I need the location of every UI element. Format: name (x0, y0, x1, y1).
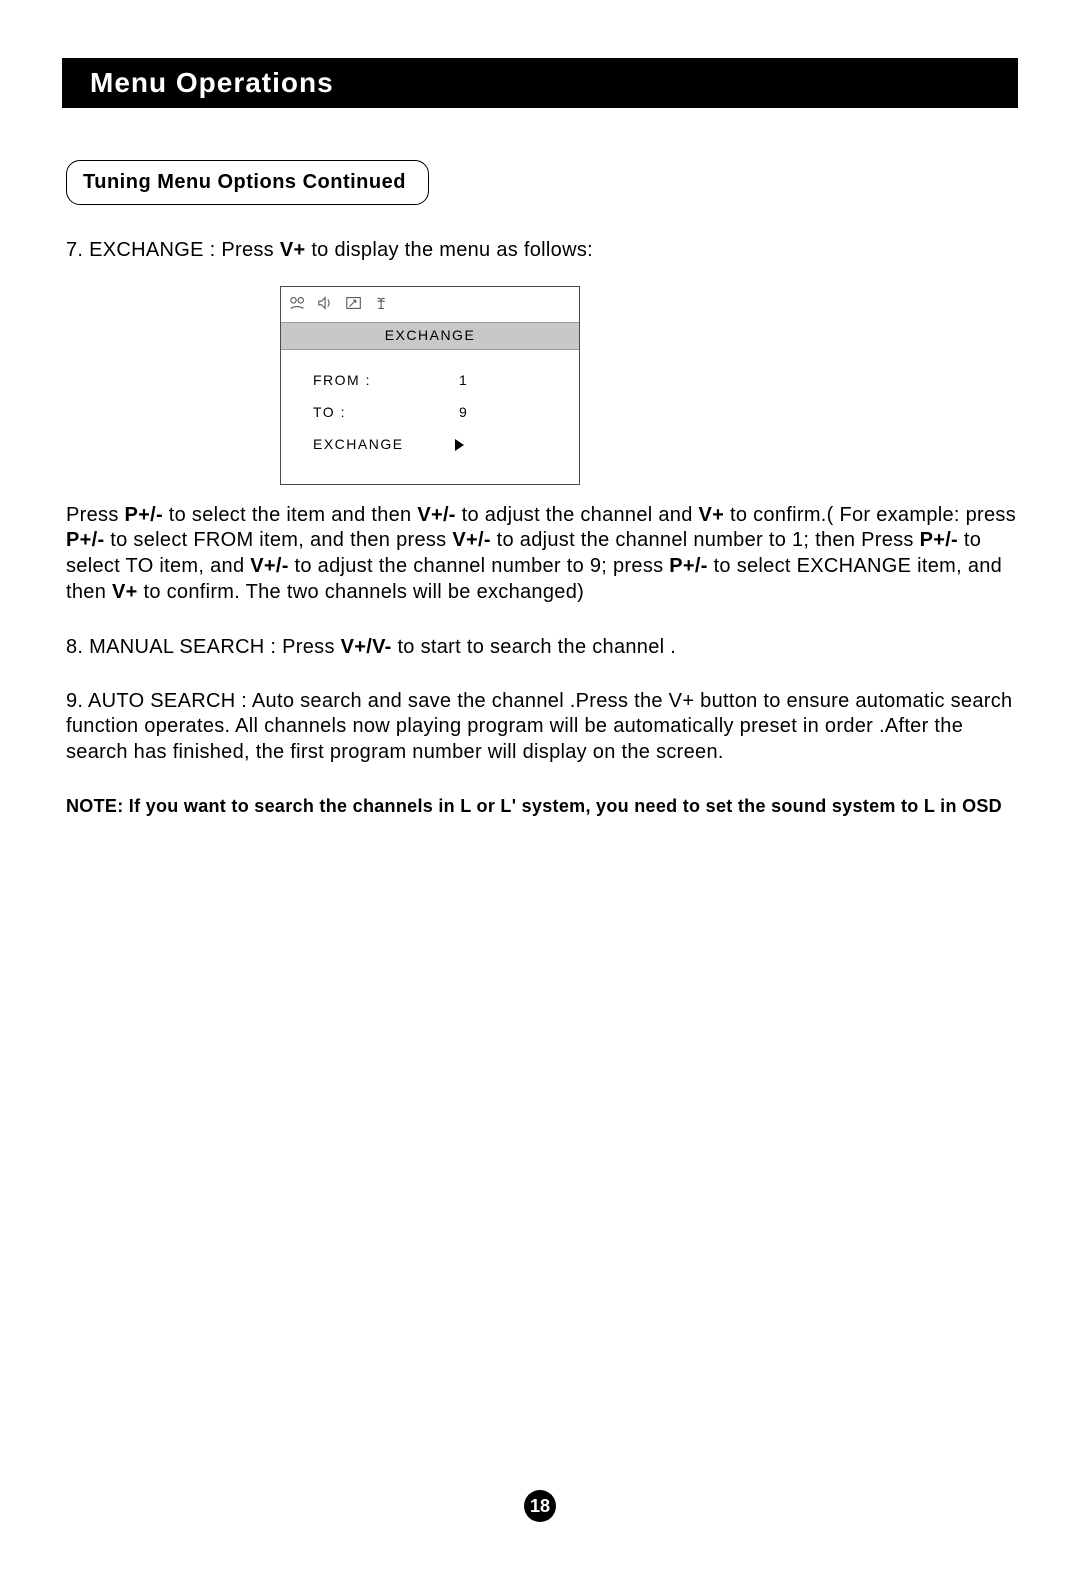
menu-body: FROM : 1 TO : 9 EXCHANGE (281, 350, 579, 484)
text: Press (66, 504, 124, 526)
menu-icon-row (281, 287, 579, 323)
item-9: 9. AUTO SEARCH : Auto search and save th… (66, 689, 1018, 766)
exchange-menu-screenshot: EXCHANGE FROM : 1 TO : 9 EXCHANGE (280, 286, 580, 485)
key: V+ (112, 581, 138, 603)
menu-title: EXCHANGE (281, 322, 579, 350)
text: to adjust the channel number to 1; then … (491, 529, 920, 551)
text: to adjust the channel number to 9; press (289, 555, 670, 577)
text: to start to search the channel . (392, 636, 677, 658)
menu-value: 1 (459, 372, 468, 390)
text: to select FROM item, and then press (104, 529, 452, 551)
menu-label: EXCHANGE (313, 436, 459, 454)
key: V+/- (250, 555, 288, 577)
item-8: 8. MANUAL SEARCH : Press V+/V- to start … (66, 635, 1018, 661)
section-label: Tuning Menu Options Continued (66, 160, 429, 205)
key: P+/- (669, 555, 707, 577)
key: P+/- (920, 529, 958, 551)
text: to confirm.( For example: press (724, 504, 1016, 526)
menu-row-to: TO : 9 (313, 404, 551, 422)
screen-icon (345, 293, 363, 319)
menu-value: 9 (459, 404, 468, 422)
sound-icon (317, 293, 335, 319)
text: to display the menu as follows: (305, 239, 593, 261)
key: V+/V- (341, 636, 392, 658)
item-7-explanation: Press P+/- to select the item and then V… (66, 503, 1018, 605)
menu-label: FROM : (313, 372, 459, 390)
key: P+/- (66, 529, 104, 551)
key-vplus: V+ (280, 239, 306, 261)
tuning-icon (373, 293, 391, 319)
text: 7. EXCHANGE : Press (66, 239, 280, 261)
key: P+/- (124, 504, 162, 526)
item-7-intro: 7. EXCHANGE : Press V+ to display the me… (66, 238, 1018, 264)
arrow-right-icon (459, 436, 464, 454)
menu-row-exchange: EXCHANGE (313, 436, 551, 454)
picture-icon (289, 293, 307, 319)
menu-row-from: FROM : 1 (313, 372, 551, 390)
note-text: NOTE: If you want to search the channels… (66, 794, 1018, 818)
menu-label: TO : (313, 404, 459, 422)
page-header: Menu Operations (62, 58, 1018, 108)
key: V+/- (452, 529, 490, 551)
text: to adjust the channel and (456, 504, 699, 526)
text: to confirm. The two channels will be exc… (138, 581, 584, 603)
content-area: 7. EXCHANGE : Press V+ to display the me… (66, 238, 1018, 818)
key: V+ (699, 504, 725, 526)
page-number-badge: 18 (524, 1490, 556, 1522)
text: to select the item and then (163, 504, 417, 526)
text: 8. MANUAL SEARCH : Press (66, 636, 341, 658)
key: V+/- (417, 504, 455, 526)
